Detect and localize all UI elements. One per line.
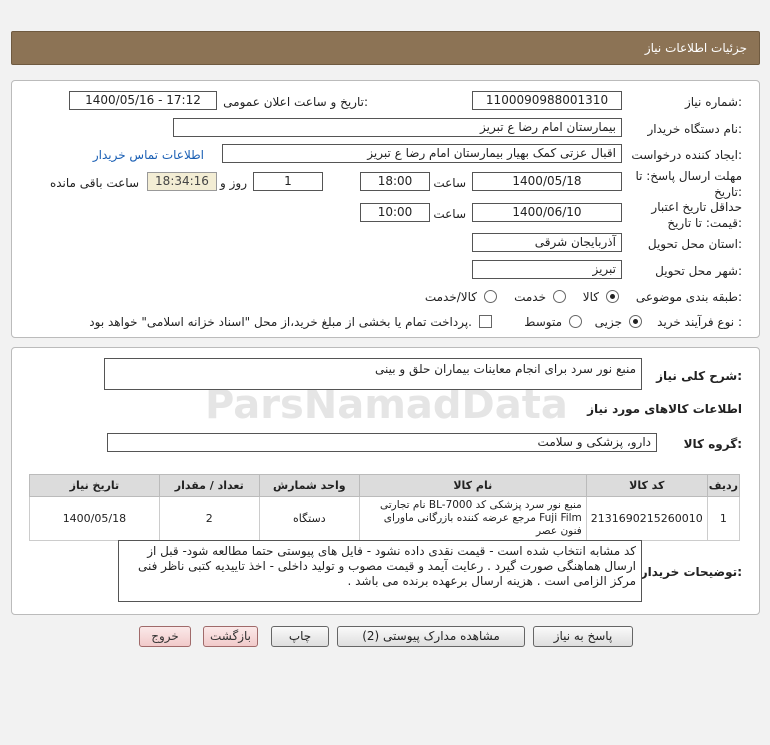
category-option-goods-service: کالا/خدمت: [424, 290, 477, 304]
buyer-notes-label: توضیحات خریدار:: [640, 565, 742, 579]
deadline-date-field: 1400/05/18: [472, 172, 622, 191]
process-radio-minor[interactable]: [629, 315, 642, 328]
category-option-service: خدمت: [514, 290, 546, 304]
view-attachments-button[interactable]: مشاهده مدارک پیوستی (2): [337, 626, 525, 647]
remaining-time-field: 18:34:16: [147, 172, 217, 191]
province-field: آذربایجان شرقی: [472, 233, 622, 252]
buyer-org-field: بیمارستان امام رضا ع تبریز: [173, 118, 622, 137]
summary-label: شرح کلی نیاز:: [656, 369, 742, 383]
print-button[interactable]: چاپ: [271, 626, 329, 647]
category-radio-service[interactable]: [553, 290, 566, 303]
deadline-label-text: مهلت ارسال پاسخ: تا تاریخ:: [635, 169, 742, 199]
buyer-org-label: نام دستگاه خریدار:: [647, 122, 743, 136]
goods-section-title: اطلاعات کالاهای مورد نیاز: [587, 402, 742, 416]
deadline-time-label: ساعت: [433, 176, 466, 190]
announce-date-label: تاریخ و ساعت اعلان عمومی:: [223, 95, 368, 109]
city-field: تبریز: [472, 260, 622, 279]
city-label: شهر محل تحویل:: [655, 264, 742, 278]
col-qty: تعداد / مقدار: [158, 474, 260, 497]
col-unit: واحد شمارش: [258, 474, 360, 497]
deadline-time-field: 18:00: [360, 172, 430, 191]
goods-group-label: گروه کالا:: [683, 437, 742, 451]
cell-qty: 2: [158, 496, 260, 541]
cell-name: منبع نور سرد پزشکی کد BL-7000 نام تجارتی…: [358, 496, 587, 541]
validity-time-field: 10:00: [360, 203, 430, 222]
buyer-notes-field: کد مشابه انتخاب شده است - قیمت نقدی داده…: [118, 540, 642, 602]
announce-date-field: 1400/05/16 - 17:12: [69, 91, 217, 110]
category-label: طبقه بندی موضوعی:: [635, 290, 742, 304]
requester-field: اقبال عزتی کمک بهیار بیمارستان امام رضا …: [222, 144, 622, 163]
table-row: 1 2131690215260010 منبع نور سرد پزشکی کد…: [29, 496, 741, 541]
col-row: ردیف: [706, 474, 741, 497]
category-radio-goods-service[interactable]: [484, 290, 497, 303]
process-option-minor: جزیی: [594, 315, 622, 329]
remaining-time-label: ساعت باقی مانده: [49, 176, 139, 190]
category-radio-goods[interactable]: [606, 290, 619, 303]
deadline-label: مهلت ارسال پاسخ: تا تاریخ:: [632, 168, 742, 200]
province-label: استان محل تحویل:: [647, 237, 742, 251]
goods-table-header: ردیف کد کالا نام کالا واحد شمارش تعداد /…: [29, 474, 741, 497]
need-number-label: شماره نیاز:: [684, 95, 742, 109]
summary-field: منبع نور سرد برای انجام معاینات بیماران …: [104, 358, 642, 390]
validity-date-field: 1400/06/10: [472, 203, 622, 222]
cell-row: 1: [706, 496, 741, 541]
deadline-days-field: 1: [253, 172, 323, 191]
cell-date: 1400/05/18: [29, 496, 160, 541]
col-name: نام کالا: [358, 474, 587, 497]
treasury-checkbox-text: پرداخت تمام یا بخشی از مبلغ خرید،از محل …: [89, 315, 472, 329]
process-option-medium: متوسط: [524, 315, 562, 329]
need-number-field: 1100090988001310: [472, 91, 622, 110]
exit-button[interactable]: خروج: [139, 626, 191, 647]
process-radio-medium[interactable]: [569, 315, 582, 328]
page-title: جزئیات اطلاعات نیاز: [644, 41, 747, 55]
validity-time-label: ساعت: [433, 207, 466, 221]
validity-label: حداقل تاریخ اعتبار قیمت: تا تاریخ:: [632, 199, 742, 231]
treasury-checkbox[interactable]: [479, 315, 492, 328]
validity-label-text: حداقل تاریخ اعتبار قیمت: تا تاریخ:: [651, 200, 742, 230]
back-button[interactable]: بازگشت: [203, 626, 258, 647]
goods-group-field: دارو، پزشکی و سلامت: [107, 433, 657, 452]
cell-code: 2131690215260010: [585, 496, 708, 541]
process-label: نوع فرآیند خرید :: [657, 315, 742, 329]
buyer-contact-link[interactable]: اطلاعات تماس خریدار: [93, 148, 204, 162]
deadline-days-label: روز و: [220, 176, 247, 190]
page-header: جزئیات اطلاعات نیاز: [11, 31, 760, 65]
col-code: کد کالا: [585, 474, 708, 497]
reply-button[interactable]: پاسخ به نیاز: [533, 626, 633, 647]
category-option-goods: کالا: [582, 290, 599, 304]
col-date: تاریخ نیاز: [29, 474, 160, 497]
cell-unit: دستگاه: [258, 496, 360, 541]
goods-table: ردیف کد کالا نام کالا واحد شمارش تعداد /…: [29, 474, 741, 541]
requester-label: ایجاد کننده درخواست:: [631, 148, 742, 162]
